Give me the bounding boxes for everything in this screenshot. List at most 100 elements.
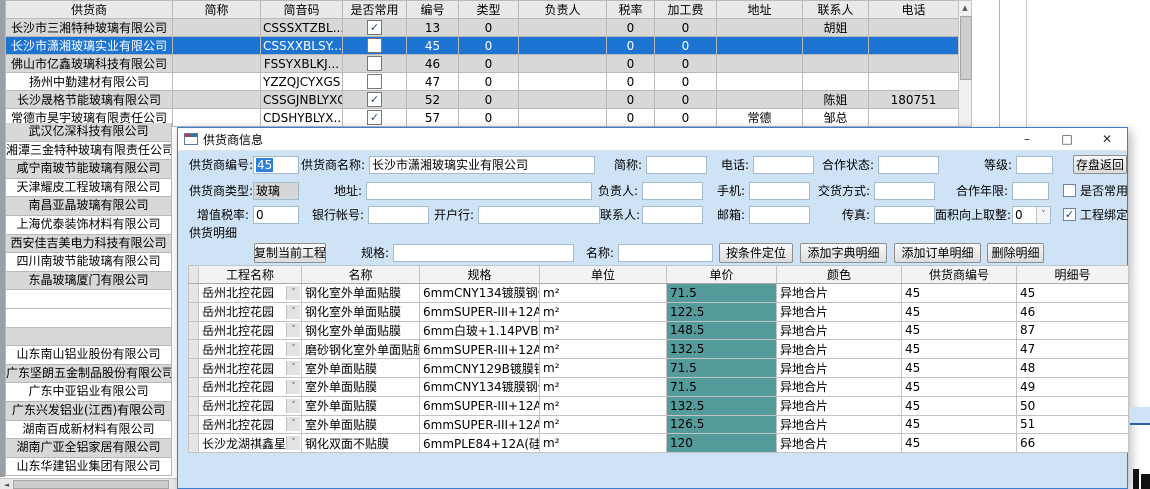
detail-row[interactable]: 岳州北控花园˅钢化室外单面贴膜6mmCNY134镀膜钢化m²71.5异地合片45… xyxy=(189,284,1129,303)
name-cell[interactable]: 磨砂钢化室外单面贴膜 xyxy=(302,340,420,359)
grid-column-header[interactable]: 单价 xyxy=(667,266,777,284)
common-use-checkbox[interactable] xyxy=(1063,184,1076,197)
row-header[interactable] xyxy=(189,396,199,415)
supplier-list-item[interactable]: 南昌亚晶玻璃有限公司 xyxy=(5,197,172,216)
chevron-down-icon[interactable]: ˅ xyxy=(286,286,300,300)
scrollbar-thumb[interactable] xyxy=(13,480,169,489)
copy-project-button[interactable]: 复制当前工程 xyxy=(254,243,326,263)
email-input[interactable] xyxy=(749,206,810,224)
column-header[interactable]: 简称 xyxy=(173,1,261,19)
color-cell[interactable]: 异地合片 xyxy=(777,359,902,378)
unit-cell[interactable]: m² xyxy=(540,415,667,434)
supplier-list-item[interactable]: 湖南广亚全铝家居有限公司 xyxy=(5,439,172,458)
column-header[interactable]: 税率 xyxy=(607,1,655,19)
spec-cell[interactable]: 6mmSUPER-III+12A(硅... xyxy=(420,340,540,359)
bank-input[interactable] xyxy=(478,206,600,224)
supplier-row[interactable]: 佛山市亿鑫玻璃科技有限公司FSSYXBLKJ...46000 xyxy=(6,55,959,73)
unit-cell[interactable]: m² xyxy=(540,321,667,340)
grade-input[interactable] xyxy=(1016,156,1053,174)
scrollbar-thumb[interactable] xyxy=(960,16,972,80)
area-round-combo[interactable]: 0˅ xyxy=(1012,206,1051,224)
supplier-list-item[interactable]: 东晶玻璃厦门有限公司 xyxy=(5,272,172,291)
detail-no-cell[interactable]: 46 xyxy=(1017,302,1129,321)
unit-cell[interactable]: m² xyxy=(540,340,667,359)
supplier-no-cell[interactable]: 45 xyxy=(902,321,1017,340)
chevron-down-icon[interactable]: ˅ xyxy=(286,399,300,413)
price-cell[interactable]: 120 xyxy=(667,434,777,453)
detail-row[interactable]: 岳州北控花园˅室外单面贴膜6mmSUPER-III+12A(硅...m²126.… xyxy=(189,415,1129,434)
price-cell[interactable]: 148.5 xyxy=(667,321,777,340)
color-cell[interactable]: 异地合片 xyxy=(777,396,902,415)
unit-cell[interactable]: m² xyxy=(540,359,667,378)
horizontal-scrollbar[interactable]: ◄ xyxy=(0,478,177,489)
name-cell[interactable]: 室外单面贴膜 xyxy=(302,415,420,434)
grid-column-header[interactable]: 名称 xyxy=(302,266,420,284)
row-header[interactable] xyxy=(189,434,199,453)
row-header[interactable] xyxy=(189,377,199,396)
manager-input[interactable] xyxy=(642,182,703,200)
supplier-list-item[interactable]: 天津耀皮工程玻璃有限公司 xyxy=(5,179,172,198)
supplier-list-item[interactable]: 广东兴发铝业(江西)有限公司 xyxy=(5,402,172,421)
project-combo[interactable]: 岳州北控花园˅ xyxy=(199,415,302,434)
detail-no-cell[interactable]: 48 xyxy=(1017,359,1129,378)
supplier-list-item[interactable]: 山东南山铝业股份有限公司 xyxy=(5,346,172,365)
supplier-list-item[interactable] xyxy=(5,309,172,328)
supplier-row[interactable]: 长沙市潇湘玻璃实业有限公司CSSXXBLSY...45000 xyxy=(6,37,959,55)
chevron-down-icon[interactable]: ˅ xyxy=(286,436,300,450)
delete-detail-button[interactable]: 删除明细 xyxy=(987,243,1044,263)
column-header[interactable]: 负责人 xyxy=(519,1,607,19)
project-combo[interactable]: 岳州北控花园˅ xyxy=(199,321,302,340)
row-header[interactable] xyxy=(189,321,199,340)
project-combo[interactable]: 岳州北控花园˅ xyxy=(199,340,302,359)
detail-no-cell[interactable]: 47 xyxy=(1017,340,1129,359)
scroll-left-icon[interactable]: ◄ xyxy=(0,479,13,489)
column-header[interactable]: 加工费 xyxy=(655,1,717,19)
chevron-down-icon[interactable]: ˅ xyxy=(286,380,300,394)
supplier-no-cell[interactable]: 45 xyxy=(902,415,1017,434)
name-cell[interactable]: 钢化室外单面贴膜 xyxy=(302,284,420,303)
dialog-titlebar[interactable]: 供货商信息 – □ ✕ xyxy=(178,128,1127,151)
checkbox-icon[interactable]: ✓ xyxy=(367,20,382,35)
address-input[interactable] xyxy=(366,182,592,200)
checkbox-icon[interactable]: ✓ xyxy=(367,110,382,125)
color-cell[interactable]: 异地合片 xyxy=(777,302,902,321)
add-dict-detail-button[interactable]: 添加字典明细 xyxy=(800,243,887,263)
price-cell[interactable]: 71.5 xyxy=(667,284,777,303)
detail-no-cell[interactable]: 87 xyxy=(1017,321,1129,340)
unit-cell[interactable]: m² xyxy=(540,377,667,396)
checkbox-icon[interactable]: ✓ xyxy=(367,92,382,107)
spec-filter-input[interactable] xyxy=(393,244,574,262)
supplier-list-item[interactable]: 广东坚朗五金制品股份有限公司 xyxy=(5,365,172,384)
project-combo[interactable]: 岳州北控花园˅ xyxy=(199,377,302,396)
color-cell[interactable]: 异地合片 xyxy=(777,415,902,434)
column-header[interactable]: 简音码 xyxy=(261,1,343,19)
vertical-scrollbar[interactable]: ▲ xyxy=(958,0,972,127)
supplier-list-item[interactable]: 咸宁南玻节能玻璃有限公司 xyxy=(5,160,172,179)
add-order-detail-button[interactable]: 添加订单明细 xyxy=(894,243,981,263)
supplier-no-cell[interactable]: 45 xyxy=(902,340,1017,359)
chevron-down-icon[interactable]: ˅ xyxy=(286,342,300,356)
supplier-list-item[interactable]: 湖南百成新材料有限公司 xyxy=(5,421,172,440)
price-cell[interactable]: 71.5 xyxy=(667,377,777,396)
row-header[interactable] xyxy=(189,359,199,378)
column-header[interactable]: 电话 xyxy=(869,1,959,19)
detail-row[interactable]: 岳州北控花园˅磨砂钢化室外单面贴膜6mmSUPER-III+12A(硅...m²… xyxy=(189,340,1129,359)
supplier-list-item[interactable] xyxy=(5,328,172,347)
project-combo[interactable]: 岳州北控花园˅ xyxy=(199,302,302,321)
mobile-input[interactable] xyxy=(749,182,810,200)
chevron-down-icon[interactable]: ˅ xyxy=(286,305,300,319)
color-cell[interactable]: 异地合片 xyxy=(777,377,902,396)
chevron-down-icon[interactable]: ˅ xyxy=(286,323,300,337)
supplier-list-item[interactable]: 广东中亚铝业有限公司 xyxy=(5,383,172,402)
delivery-input[interactable] xyxy=(874,182,935,200)
bank-account-input[interactable] xyxy=(368,206,429,224)
grid-column-header[interactable]: 明细号 xyxy=(1017,266,1129,284)
supplier-name-input[interactable]: 长沙市潇湘玻璃实业有限公司 xyxy=(369,156,595,174)
chevron-down-icon[interactable]: ˅ xyxy=(286,361,300,375)
coop-years-input[interactable] xyxy=(1012,182,1049,200)
fax-input[interactable] xyxy=(874,206,935,224)
spec-cell[interactable]: 6mmPLE84+12A(硅酮胶... xyxy=(420,434,540,453)
grid-column-header[interactable]: 规格 xyxy=(420,266,540,284)
detail-row[interactable]: 岳州北控花园˅钢化室外单面贴膜6mmSUPER-III+12A(硅...m²12… xyxy=(189,302,1129,321)
locate-button[interactable]: 按条件定位 xyxy=(719,243,793,263)
